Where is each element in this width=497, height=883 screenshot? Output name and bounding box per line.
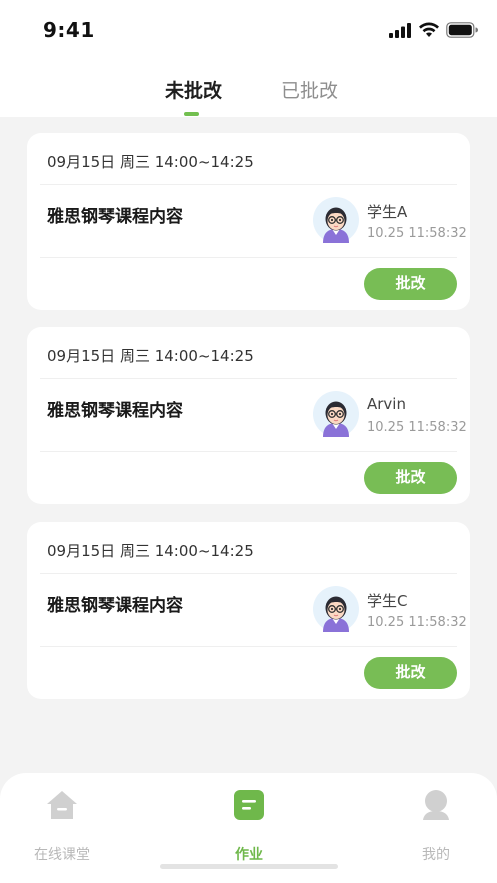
student-avatar xyxy=(313,391,359,437)
class-datetime: 09月15日 周三 14:00~14:25 xyxy=(47,542,254,560)
wifi-icon xyxy=(419,22,439,37)
homework-card[interactable]: 09月15日 周三 14:00~14:25 雅思钢琴课程内容 学生C 10.25… xyxy=(27,522,470,699)
homework-card[interactable]: 09月15日 周三 14:00~14:25 雅思钢琴课程内容 学生A 10.25… xyxy=(27,133,470,310)
student-avatar xyxy=(313,197,359,243)
divider xyxy=(40,451,457,452)
submission-time: 10.25 11:58:32 xyxy=(367,615,467,630)
nav-label-online-class: 在线课堂 xyxy=(34,847,90,863)
grade-button[interactable]: 批改 xyxy=(364,268,457,300)
student-name: 学生C xyxy=(367,592,408,610)
bottom-nav: 在线课堂 作业 我的 xyxy=(0,773,497,883)
status-bar: 9:41 xyxy=(0,0,497,60)
grade-button[interactable]: 批改 xyxy=(364,657,457,689)
grade-button[interactable]: 批改 xyxy=(364,462,457,494)
active-tab-indicator xyxy=(184,112,199,116)
course-title: 雅思钢琴课程内容 xyxy=(47,401,183,421)
profile-icon xyxy=(423,790,449,820)
divider xyxy=(40,646,457,647)
student-name: 学生A xyxy=(367,203,408,221)
header: 9:41 未批改 已批改 xyxy=(0,0,497,117)
status-time: 9:41 xyxy=(43,18,95,42)
submission-time: 10.25 11:58:32 xyxy=(367,420,467,435)
home-indicator xyxy=(160,864,338,869)
home-icon xyxy=(47,791,77,819)
course-title: 雅思钢琴课程内容 xyxy=(47,596,183,616)
class-datetime: 09月15日 周三 14:00~14:25 xyxy=(47,153,254,171)
tab-ungraded[interactable]: 未批改 xyxy=(165,76,222,103)
submission-time: 10.25 11:58:32 xyxy=(367,226,467,241)
nav-item-profile[interactable]: 我的 xyxy=(391,789,481,863)
class-datetime: 09月15日 周三 14:00~14:25 xyxy=(47,347,254,365)
divider xyxy=(40,257,457,258)
cellular-signal-icon xyxy=(389,23,411,38)
divider xyxy=(40,184,457,185)
nav-label-profile: 我的 xyxy=(422,847,450,863)
nav-item-homework[interactable]: 作业 xyxy=(204,789,294,863)
tab-bar: 未批改 已批改 xyxy=(0,72,497,117)
student-name: Arvin xyxy=(367,395,406,413)
homework-icon xyxy=(234,790,264,820)
homework-card[interactable]: 09月15日 周三 14:00~14:25 雅思钢琴课程内容 Arvin 10.… xyxy=(27,327,470,504)
tab-graded[interactable]: 已批改 xyxy=(281,76,338,103)
course-title: 雅思钢琴课程内容 xyxy=(47,207,183,227)
battery-icon xyxy=(446,22,478,38)
student-avatar xyxy=(313,586,359,632)
nav-label-homework: 作业 xyxy=(235,847,263,863)
nav-item-online-class[interactable]: 在线课堂 xyxy=(17,789,107,863)
divider xyxy=(40,378,457,379)
divider xyxy=(40,573,457,574)
